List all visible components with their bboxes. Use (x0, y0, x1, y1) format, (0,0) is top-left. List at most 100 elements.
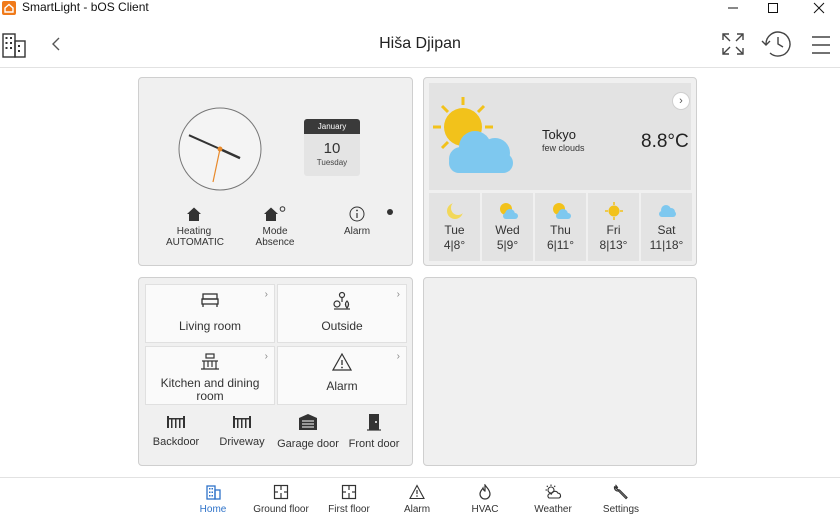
info-icon (349, 206, 365, 222)
room-tile-alarm[interactable]: › Alarm (277, 346, 407, 405)
door-label: Front door (348, 438, 400, 450)
chevron-right-icon: › (264, 351, 268, 362)
sun-cloud-icon (552, 203, 571, 219)
chevron-right-icon: › (396, 351, 400, 362)
mode-value: Absence (255, 237, 295, 248)
weather-city: Tokyo (542, 127, 576, 142)
forecast-day-name: Sat (657, 223, 676, 237)
empty-panel (423, 277, 697, 466)
forecast-day-name: Thu (550, 223, 571, 237)
app-house-icon (2, 1, 16, 15)
alarm-indicator-dot (387, 209, 393, 215)
history-icon[interactable] (761, 29, 793, 59)
door-label: Garage door (277, 438, 339, 450)
alarm-label: Alarm (343, 226, 371, 237)
weather-panel[interactable]: Tokyo few clouds 8.8°C › Tue 4|8° Wed 5|… (423, 77, 697, 266)
heating-value: AUTOMATIC (166, 237, 224, 248)
room-tile-kitchen-dining[interactable]: › Kitchen and dining room (145, 346, 275, 405)
gate-icon (167, 416, 185, 428)
forecast-day: Sat 11|18° (641, 193, 692, 261)
maximize-button[interactable] (750, 0, 796, 16)
calendar-widget: January 10 Tuesday (304, 119, 360, 176)
forecast-temps: 8|13° (599, 238, 628, 252)
weather-temperature: 8.8°C (641, 131, 689, 152)
calendar-day: 10 (323, 140, 341, 157)
bottom-navigation: Home Ground floor First floor Alarm HVAC… (0, 477, 840, 522)
nav-home[interactable]: Home (177, 484, 249, 515)
mode-label: Mode (262, 226, 288, 237)
current-weather: Tokyo few clouds 8.8°C › (429, 83, 691, 190)
close-icon (813, 2, 825, 14)
window-title: SmartLight - bOS Client (22, 0, 149, 14)
dining-icon (201, 353, 219, 370)
rooms-panel: › Living room › Outside › Kitchen and di… (138, 277, 413, 466)
sun-icon (604, 202, 623, 220)
nav-label: Weather (534, 504, 572, 515)
analog-clock (178, 107, 262, 191)
nav-label: First floor (328, 504, 370, 515)
nav-label: Settings (602, 504, 640, 515)
forecast-day: Wed 5|9° (482, 193, 533, 261)
nav-hvac[interactable]: HVAC (449, 484, 521, 515)
door-garage[interactable]: Garage door (275, 413, 341, 450)
door-label: Backdoor (152, 436, 200, 448)
clock-panel: January 10 Tuesday Heating AUTOMATIC Mod… (138, 77, 413, 266)
nav-alarm[interactable]: Alarm (381, 484, 453, 515)
warning-icon (409, 484, 425, 500)
forecast-day-name: Tue (444, 223, 465, 237)
nav-label: Ground floor (253, 504, 309, 515)
forecast-day: Fri 8|13° (588, 193, 639, 261)
forecast-temps: 4|8° (443, 238, 466, 252)
maximize-icon (768, 3, 778, 13)
forecast-temps: 11|18° (649, 238, 684, 252)
forecast-temps: 5|9° (496, 238, 519, 252)
weather-icon (545, 484, 562, 499)
house-gear-icon (264, 206, 286, 221)
nav-weather[interactable]: Weather (517, 484, 589, 515)
sun-cloud-icon (499, 203, 518, 219)
heating-label: Heating (176, 226, 212, 237)
room-label: Kitchen and dining room (160, 376, 260, 403)
room-tile-outside[interactable]: › Outside (277, 284, 407, 343)
door-driveway[interactable]: Driveway (209, 415, 275, 448)
plants-icon (333, 291, 350, 310)
alarm-status[interactable]: Alarm (329, 206, 385, 237)
mode-status[interactable]: Mode Absence (247, 206, 303, 248)
forecast-day: Tue 4|8° (429, 193, 480, 261)
room-label: Living room (178, 319, 242, 333)
forecast-day: Thu 6|11° (535, 193, 586, 261)
weather-next-button[interactable]: › (672, 92, 690, 110)
heating-status[interactable]: Heating AUTOMATIC (166, 206, 224, 248)
menu-icon[interactable] (811, 34, 831, 56)
nav-label: HVAC (471, 504, 499, 515)
app-header: Hiša Djipan (0, 20, 840, 68)
close-button[interactable] (796, 0, 840, 16)
nav-first-floor[interactable]: First floor (313, 484, 385, 515)
door-backdoor[interactable]: Backdoor (143, 415, 209, 448)
weather-condition: few clouds (542, 143, 585, 153)
nav-settings[interactable]: Settings (585, 484, 657, 515)
calendar-month: January (304, 119, 360, 134)
door-label: Driveway (219, 436, 265, 448)
forecast-day-name: Wed (495, 223, 520, 237)
page-title: Hiša Djipan (379, 35, 461, 52)
room-tile-living-room[interactable]: › Living room (145, 284, 275, 343)
forecast-day-name: Fri (606, 223, 621, 237)
wrench-icon (613, 484, 628, 500)
chevron-right-icon: › (679, 95, 683, 107)
calendar-weekday: Tuesday (316, 158, 348, 167)
door-front[interactable]: Front door (341, 413, 407, 450)
sun-cloud-icon (433, 97, 513, 173)
flame-icon (479, 484, 491, 500)
room-label: Outside (321, 319, 363, 333)
house-icon (187, 207, 201, 221)
garage-icon (299, 414, 317, 430)
nav-label: Alarm (403, 504, 431, 515)
fullscreen-icon[interactable] (721, 32, 745, 56)
nav-ground-floor[interactable]: Ground floor (245, 484, 317, 515)
chevron-right-icon: › (396, 289, 400, 300)
building-icon (206, 485, 221, 500)
warning-icon (332, 353, 352, 371)
bed-icon (201, 293, 219, 307)
gate-icon (233, 416, 251, 428)
